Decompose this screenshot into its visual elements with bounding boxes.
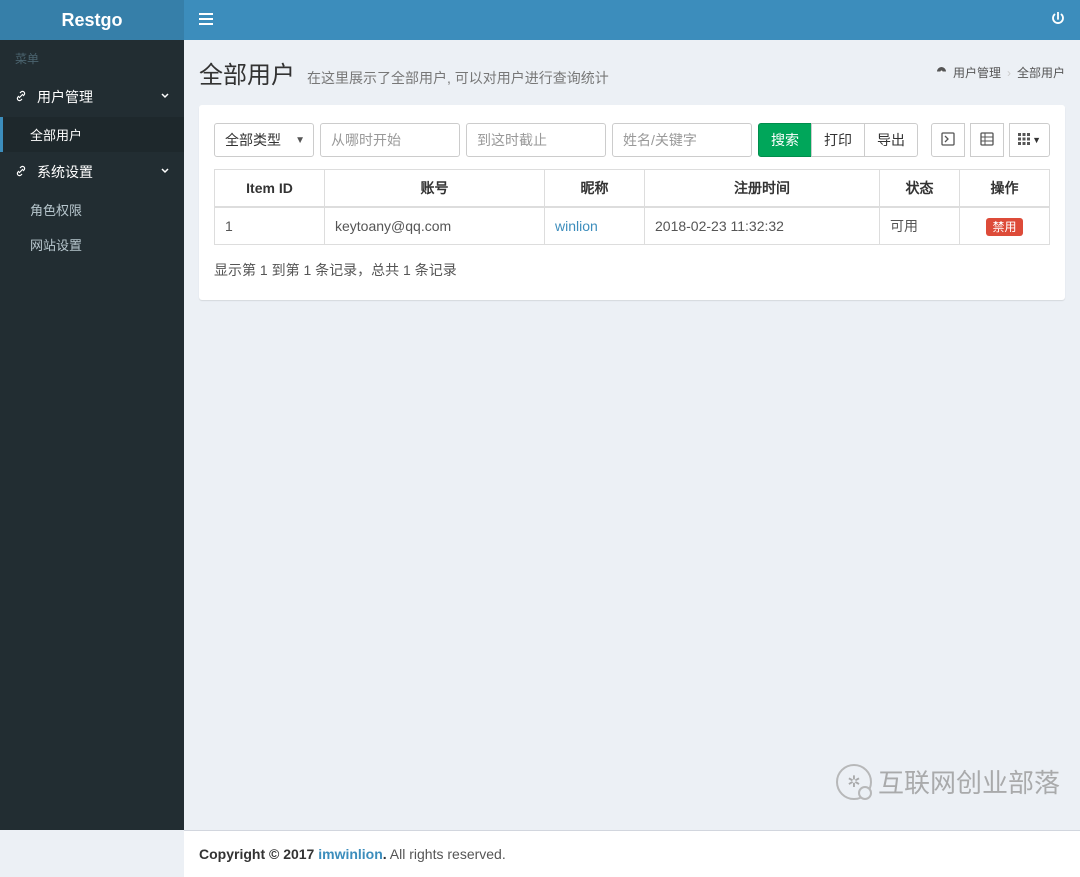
page-title: 全部用户 在这里展示了全部用户, 可以对用户进行查询统计 bbox=[199, 55, 609, 90]
table-info: 显示第 1 到第 1 条记录，总共 1 条记录 bbox=[214, 255, 1050, 285]
start-date-input[interactable] bbox=[320, 123, 460, 157]
toolbar-left: 全部类型 ▼ 搜索 打印 导出 bbox=[214, 123, 918, 157]
pagination-icon bbox=[941, 132, 955, 149]
search-button[interactable]: 搜索 bbox=[758, 123, 812, 157]
cell-account: keytoany@qq.com bbox=[325, 207, 545, 245]
col-action[interactable]: 操作 bbox=[960, 170, 1050, 208]
sidebar-group-user-mgmt[interactable]: 用户管理 bbox=[0, 77, 184, 117]
col-nickname[interactable]: 昵称 bbox=[545, 170, 645, 208]
watermark: ✲ 互联网创业部落 bbox=[836, 763, 1060, 800]
cell-id: 1 bbox=[215, 207, 325, 245]
sidebar-group-label: 用户管理 bbox=[37, 87, 93, 107]
content-wrapper: 全部用户 在这里展示了全部用户, 可以对用户进行查询统计 用户管理 › 全部用户… bbox=[184, 40, 1080, 830]
toolbar-right: ▼ bbox=[931, 123, 1050, 157]
cell-action: 禁用 bbox=[960, 207, 1050, 245]
sidebar-item-roles[interactable]: 角色权限 bbox=[0, 192, 184, 227]
cell-regtime: 2018-02-23 11:32:32 bbox=[645, 207, 880, 245]
wechat-icon: ✲ bbox=[836, 764, 872, 800]
grid-icon bbox=[1018, 132, 1030, 148]
chevron-down-icon bbox=[161, 92, 169, 103]
cell-nickname: winlion bbox=[545, 207, 645, 245]
list-icon bbox=[980, 132, 994, 149]
col-status[interactable]: 状态 bbox=[880, 170, 960, 208]
col-regtime[interactable]: 注册时间 bbox=[645, 170, 880, 208]
link-icon bbox=[15, 90, 27, 105]
breadcrumb: 用户管理 › 全部用户 bbox=[936, 64, 1065, 81]
sidebar-group-label: 系统设置 bbox=[37, 162, 93, 182]
cell-status: 可用 bbox=[880, 207, 960, 245]
brand-logo[interactable]: Restgo bbox=[0, 0, 184, 40]
top-nav bbox=[184, 0, 1080, 40]
toggle-view-button[interactable] bbox=[970, 123, 1004, 157]
sidebar-item-site-settings[interactable]: 网站设置 bbox=[0, 227, 184, 262]
disable-button[interactable]: 禁用 bbox=[986, 218, 1022, 236]
copyright-text: Copyright © 2017 imwinlion. bbox=[199, 846, 387, 862]
toggle-pagination-button[interactable] bbox=[931, 123, 965, 157]
content: 全部类型 ▼ 搜索 打印 导出 bbox=[184, 105, 1080, 315]
export-button[interactable]: 导出 bbox=[864, 123, 918, 157]
caret-down-icon: ▼ bbox=[1032, 135, 1041, 145]
author-link[interactable]: imwinlion bbox=[318, 846, 383, 862]
search-button-group: 搜索 打印 导出 bbox=[758, 123, 918, 157]
col-item-id[interactable]: Item ID bbox=[215, 170, 325, 208]
end-date-input[interactable] bbox=[466, 123, 606, 157]
sidebar-item-all-users[interactable]: 全部用户 bbox=[0, 117, 184, 152]
keyword-input[interactable] bbox=[612, 123, 752, 157]
breadcrumb-root[interactable]: 用户管理 bbox=[953, 64, 1001, 81]
print-button[interactable]: 打印 bbox=[811, 123, 865, 157]
type-select[interactable]: 全部类型 ▼ bbox=[214, 123, 314, 157]
toolbar: 全部类型 ▼ 搜索 打印 导出 bbox=[214, 123, 1050, 157]
col-account[interactable]: 账号 bbox=[325, 170, 545, 208]
link-icon bbox=[15, 165, 27, 180]
dashboard-icon bbox=[936, 66, 947, 80]
page-subtitle: 在这里展示了全部用户, 可以对用户进行查询统计 bbox=[307, 68, 609, 88]
table-row: 1 keytoany@qq.com winlion 2018-02-23 11:… bbox=[215, 207, 1050, 245]
dropdown-arrow-icon: ▼ bbox=[295, 135, 305, 146]
main-box: 全部类型 ▼ 搜索 打印 导出 bbox=[199, 105, 1065, 300]
menu-header: 菜单 bbox=[0, 40, 184, 77]
top-header: Restgo bbox=[0, 0, 1080, 40]
sidebar: 菜单 用户管理 全部用户 系统设置 角色权限 网站设置 bbox=[0, 40, 184, 830]
breadcrumb-current: 全部用户 bbox=[1017, 64, 1065, 81]
nickname-link[interactable]: winlion bbox=[555, 218, 598, 234]
content-header: 全部用户 在这里展示了全部用户, 可以对用户进行查询统计 用户管理 › 全部用户 bbox=[184, 40, 1080, 105]
power-icon[interactable] bbox=[1051, 12, 1065, 29]
hamburger-icon[interactable] bbox=[199, 12, 213, 28]
footer: Copyright © 2017 imwinlion. All rights r… bbox=[184, 830, 1080, 877]
columns-button[interactable]: ▼ bbox=[1009, 123, 1050, 157]
chevron-down-icon bbox=[161, 167, 169, 178]
table-header-row: Item ID 账号 昵称 注册时间 状态 操作 bbox=[215, 170, 1050, 208]
users-table: Item ID 账号 昵称 注册时间 状态 操作 1 keytoany@qq.c… bbox=[214, 169, 1050, 245]
sidebar-group-system[interactable]: 系统设置 bbox=[0, 152, 184, 192]
